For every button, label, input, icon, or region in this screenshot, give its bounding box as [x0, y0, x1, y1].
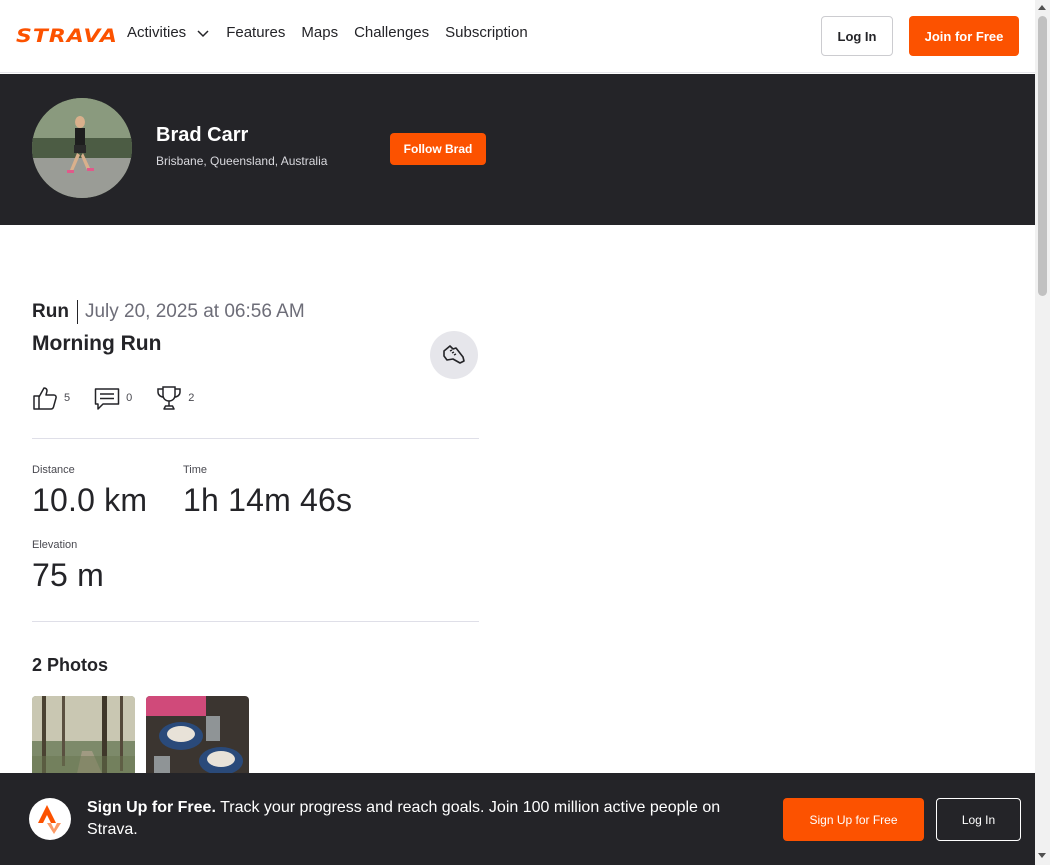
stat-elevation: Elevation 75 m — [32, 539, 104, 594]
achievements-count: 2 — [188, 392, 195, 404]
athlete-location: Brisbane, Queensland, Australia — [156, 154, 328, 168]
achievements-button[interactable]: 2 — [156, 385, 194, 411]
trophy-icon — [157, 386, 181, 410]
athlete-name[interactable]: Brad Carr — [156, 124, 248, 147]
social-stats: 5 0 2 — [32, 385, 218, 411]
avatar[interactable] — [32, 98, 132, 198]
activity-title: Morning Run — [32, 332, 162, 355]
chevron-down-icon — [197, 29, 209, 37]
divider — [32, 621, 479, 622]
banner-bold: Sign Up for Free. — [87, 799, 216, 816]
signup-banner: Sign Up for Free. Track your progress an… — [0, 773, 1035, 865]
stat-label: Distance — [32, 464, 75, 476]
scroll-thumb[interactable] — [1038, 16, 1047, 296]
nav-item-features[interactable]: Features — [226, 24, 285, 41]
stat-value: 75 m — [32, 557, 104, 593]
thumbs-up-icon — [33, 387, 57, 410]
strava-logo[interactable]: STRAVA — [16, 26, 118, 47]
nav-item-activities[interactable]: Activities — [127, 24, 210, 41]
banner-login-button[interactable]: Log In — [936, 798, 1021, 841]
strava-chevron-icon — [38, 805, 61, 834]
photos-title: 2 Photos — [32, 655, 109, 675]
athlete-header: Brad Carr Brisbane, Queensland, Australi… — [0, 74, 1035, 225]
stat-label: Elevation — [32, 539, 78, 551]
stat-distance: Distance 10.0 km — [32, 464, 147, 519]
stat-value: 1h 14m 46s — [183, 482, 353, 518]
kudos-count: 5 — [64, 392, 71, 404]
page: STRAVA Activities Features Maps Challeng… — [0, 0, 1035, 865]
nav-menu: Activities Features Maps Challenges Subs… — [127, 24, 544, 41]
comment-icon — [94, 388, 120, 410]
follow-button[interactable]: Follow Brad — [390, 133, 486, 165]
run-shoe-button[interactable] — [430, 331, 478, 379]
scrollbar[interactable] — [1035, 0, 1050, 865]
nav-item-subscription[interactable]: Subscription — [445, 24, 528, 41]
activity-type: Run — [32, 301, 69, 322]
login-button[interactable]: Log In — [821, 16, 893, 56]
stat-label: Time — [183, 464, 208, 476]
activity-date: July 20, 2025 at 06:56 AM — [84, 301, 305, 322]
shoe-icon — [443, 345, 465, 364]
activity-header: Run July 20, 2025 at 06:56 AM — [32, 300, 305, 324]
nav-item-label: Activities — [127, 24, 187, 41]
signup-button[interactable]: Sign Up for Free — [783, 798, 924, 841]
nav-item-challenges[interactable]: Challenges — [354, 24, 429, 41]
stat-time: Time 1h 14m 46s — [183, 464, 352, 519]
banner-message: Sign Up for Free. Track your progress an… — [87, 797, 757, 841]
divider — [32, 438, 479, 439]
strava-logo-icon — [29, 798, 71, 840]
avatar-photo — [32, 98, 132, 198]
nav-item-maps[interactable]: Maps — [301, 24, 338, 41]
join-button[interactable]: Join for Free — [909, 16, 1019, 56]
scroll-up-arrow-icon[interactable] — [1038, 5, 1046, 10]
kudos-button[interactable]: 5 — [32, 385, 70, 411]
stat-value: 10.0 km — [32, 482, 148, 518]
top-nav: STRAVA Activities Features Maps Challeng… — [0, 0, 1035, 73]
comments-count: 0 — [126, 392, 133, 404]
scroll-down-arrow-icon[interactable] — [1038, 853, 1046, 858]
comments-button[interactable]: 0 — [94, 385, 132, 411]
separator — [76, 300, 78, 324]
